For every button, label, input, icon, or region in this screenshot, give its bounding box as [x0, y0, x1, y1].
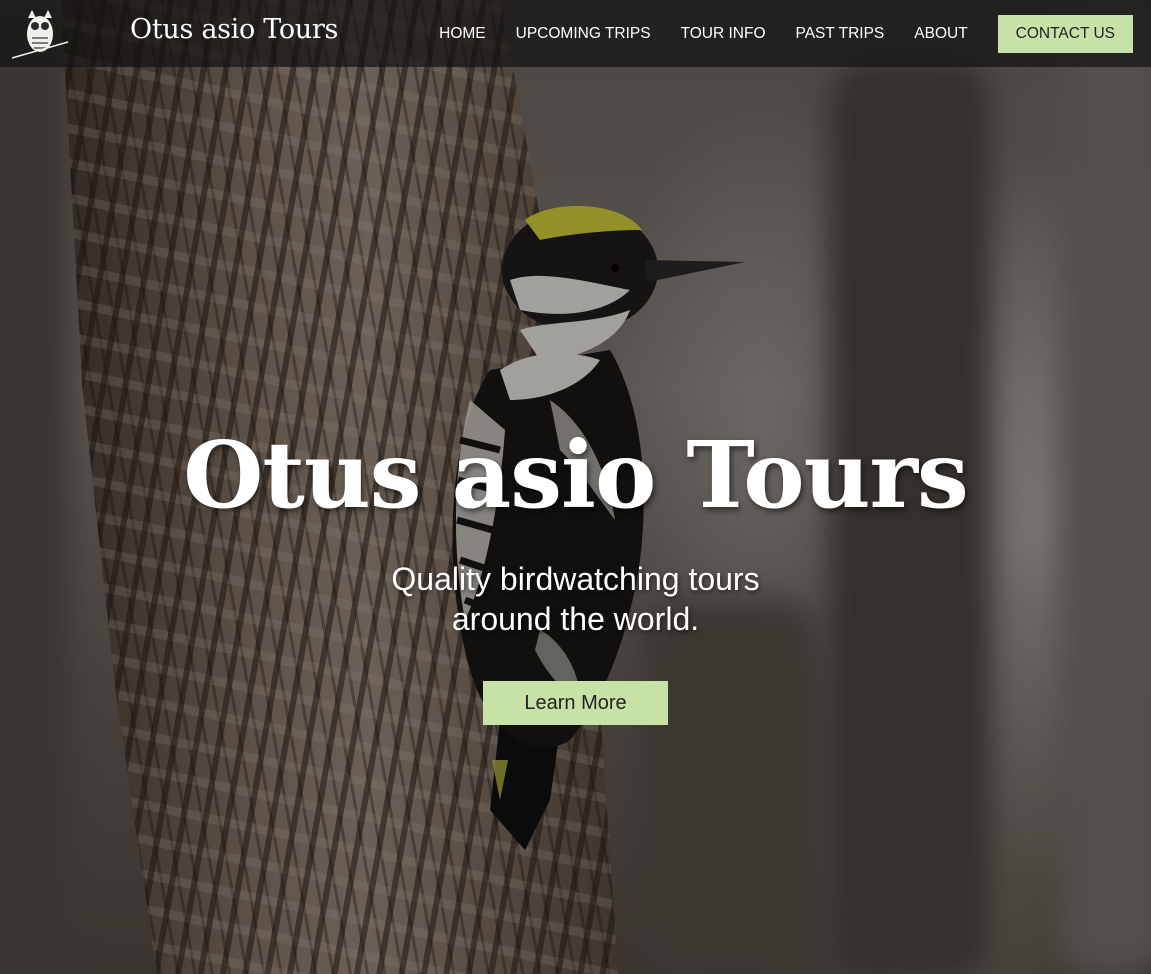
hero-title: Otus asio Tours	[183, 421, 969, 529]
contact-us-button[interactable]: CONTACT US	[997, 14, 1133, 53]
hero-section: Otus asio Tours HOME UPCOMING TRIPS TOUR…	[0, 0, 1151, 974]
owl-logo-icon[interactable]	[10, 6, 70, 60]
hero-subtitle-line: around the world.	[451, 601, 700, 637]
learn-more-button[interactable]: Learn More	[483, 681, 668, 725]
brand-name[interactable]: Otus asio Tours	[130, 14, 338, 45]
top-navbar: Otus asio Tours HOME UPCOMING TRIPS TOUR…	[0, 0, 1151, 67]
hero-subtitle: Quality birdwatching tours around the wo…	[316, 559, 836, 639]
nav-item-tour-info[interactable]: TOUR INFO	[681, 25, 766, 43]
hero-content: Otus asio Tours Quality birdwatching tou…	[0, 415, 1151, 725]
nav-item-home[interactable]: HOME	[439, 25, 486, 43]
nav-item-upcoming-trips[interactable]: UPCOMING TRIPS	[516, 25, 651, 43]
nav-item-past-trips[interactable]: PAST TRIPS	[796, 25, 885, 43]
nav-links: HOME UPCOMING TRIPS TOUR INFO PAST TRIPS…	[439, 0, 1151, 67]
nav-item-about[interactable]: ABOUT	[914, 25, 967, 43]
hero-subtitle-line: Quality birdwatching tours	[391, 561, 760, 597]
